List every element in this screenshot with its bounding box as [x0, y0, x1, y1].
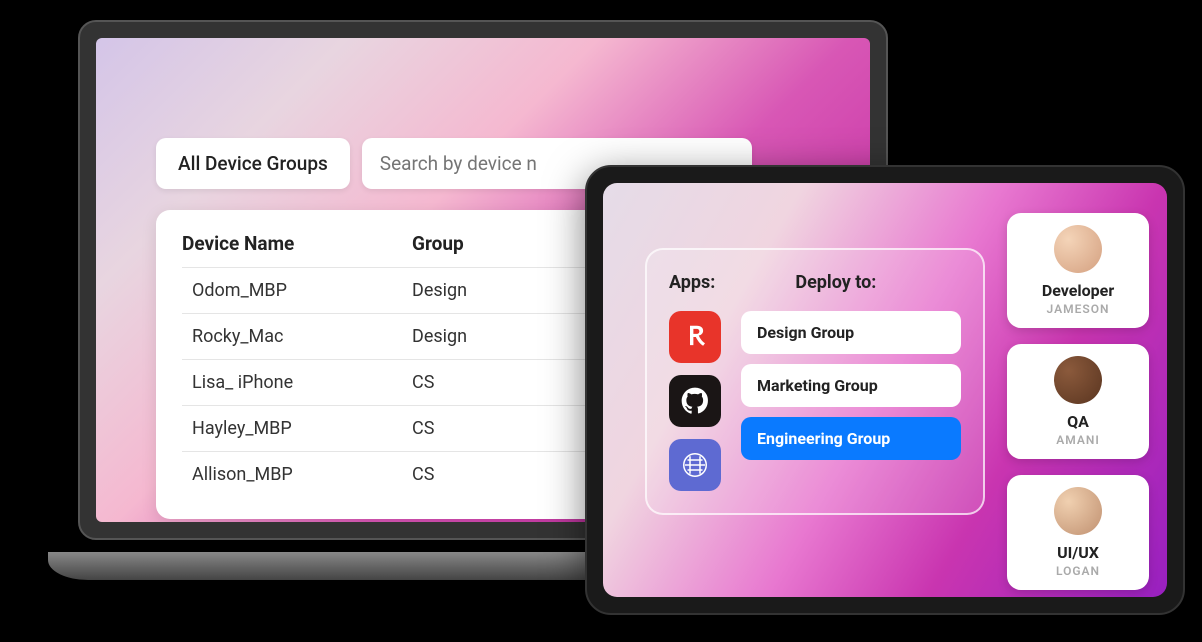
deploy-group-marketing[interactable]: Marketing Group	[741, 364, 961, 407]
deploy-group-list: Design Group Marketing Group Engineering…	[741, 311, 961, 491]
device-groups-filter[interactable]: All Device Groups	[156, 138, 350, 189]
cell-group: Design	[412, 326, 552, 347]
cell-group: CS	[412, 418, 552, 439]
table-row[interactable]: Lisa_ iPhone CS	[182, 359, 630, 405]
tablet-display: Apps: Deploy to: Design Group	[603, 183, 1167, 597]
avatar	[1054, 487, 1102, 535]
user-card-uiux[interactable]: UI/UX LOGAN	[1007, 475, 1149, 590]
user-name: LOGAN	[1023, 564, 1133, 578]
cell-group: CS	[412, 372, 552, 393]
cell-device-name: Rocky_Mac	[182, 326, 412, 347]
table-row[interactable]: Rocky_Mac Design	[182, 313, 630, 359]
user-role: Developer	[1023, 281, 1133, 300]
user-name: AMANI	[1023, 433, 1133, 447]
table-row[interactable]: Hayley_MBP CS	[182, 405, 630, 451]
cell-group: Design	[412, 280, 552, 301]
user-card-developer[interactable]: Developer JAMESON	[1007, 213, 1149, 328]
deploy-group-engineering[interactable]: Engineering Group	[741, 417, 961, 460]
table-header: Device Name Group	[182, 232, 630, 267]
cell-device-name: Hayley_MBP	[182, 418, 412, 439]
header-group: Group	[412, 232, 552, 255]
tablet-device: Apps: Deploy to: Design Group	[585, 165, 1185, 615]
device-table-card: Device Name Group Odom_MBP Design Rocky_…	[156, 210, 656, 519]
avatar	[1054, 356, 1102, 404]
table-row[interactable]: Odom_MBP Design	[182, 267, 630, 313]
user-role: UI/UX	[1023, 543, 1133, 562]
linear-icon[interactable]	[669, 439, 721, 491]
adobe-icon[interactable]	[669, 311, 721, 363]
user-name: JAMESON	[1023, 302, 1133, 316]
user-card-list: Developer JAMESON QA AMANI UI/UX LOGAN	[1007, 213, 1149, 590]
cell-group: CS	[412, 464, 552, 485]
cell-device-name: Odom_MBP	[182, 280, 412, 301]
cell-device-name: Lisa_ iPhone	[182, 372, 412, 393]
deploy-group-design[interactable]: Design Group	[741, 311, 961, 354]
app-icon-list	[669, 311, 721, 491]
user-role: QA	[1023, 412, 1133, 431]
header-device-name: Device Name	[182, 232, 412, 255]
cell-device-name: Allison_MBP	[182, 464, 412, 485]
deploy-header: Apps: Deploy to:	[669, 272, 961, 293]
deploy-card: Apps: Deploy to: Design Group	[645, 248, 985, 515]
table-row[interactable]: Allison_MBP CS	[182, 451, 630, 497]
apps-label: Apps:	[669, 272, 715, 293]
user-card-qa[interactable]: QA AMANI	[1007, 344, 1149, 459]
avatar	[1054, 225, 1102, 273]
deploy-to-label: Deploy to:	[795, 272, 876, 293]
github-icon[interactable]	[669, 375, 721, 427]
